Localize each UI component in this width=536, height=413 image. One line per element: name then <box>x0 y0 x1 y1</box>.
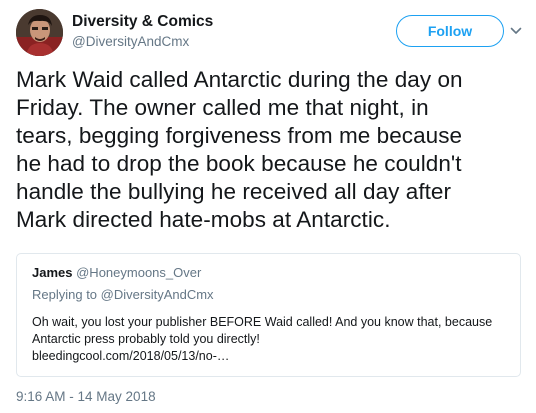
tweet-text: Mark Waid called Antarctic during the da… <box>16 66 526 234</box>
tweet-text-line: he had to drop the book because he could… <box>16 151 462 176</box>
tweet-text-line: Friday. The owner called me that night, … <box>16 95 429 120</box>
quoted-tweet-text: Oh wait, you lost your publisher BEFORE … <box>32 314 512 365</box>
quoted-author-handle: @Honeymoons_Over <box>76 265 202 280</box>
quoted-tweet[interactable]: James @Honeymoons_Over Replying to @Dive… <box>16 253 521 377</box>
replying-to-handle[interactable]: @DiversityAndCmx <box>101 287 214 302</box>
author-handle[interactable]: @DiversityAndCmx <box>72 34 189 49</box>
quoted-author-name: James <box>32 265 73 280</box>
tweet-text-line: Mark Waid called Antarctic during the da… <box>16 67 463 92</box>
avatar[interactable] <box>16 9 63 56</box>
quoted-tweet-header: James @Honeymoons_Over <box>32 265 201 280</box>
quoted-link[interactable]: bleedingcool.com/2018/05/13/no-… <box>32 348 512 365</box>
replying-to: Replying to @DiversityAndCmx <box>32 287 214 302</box>
tweet-card: Diversity & Comics @DiversityAndCmx Foll… <box>0 0 536 413</box>
quoted-text-line: Oh wait, you lost your publisher BEFORE … <box>32 315 493 329</box>
replying-to-label: Replying to <box>32 287 98 302</box>
author-display-name[interactable]: Diversity & Comics <box>72 13 213 31</box>
tweet-text-line: tears, begging forgiveness from me becau… <box>16 123 463 148</box>
quoted-text-line: Antarctic press probably told you direct… <box>32 332 260 346</box>
chevron-down-icon[interactable] <box>509 24 523 38</box>
tweet-text-line: Mark directed hate-mobs at Antarctic. <box>16 207 391 232</box>
tweet-text-line: handle the bullying he received all day … <box>16 179 452 204</box>
follow-button[interactable]: Follow <box>396 15 504 47</box>
profile-photo-icon <box>16 9 63 56</box>
tweet-timestamp[interactable]: 9:16 AM - 14 May 2018 <box>16 389 156 404</box>
